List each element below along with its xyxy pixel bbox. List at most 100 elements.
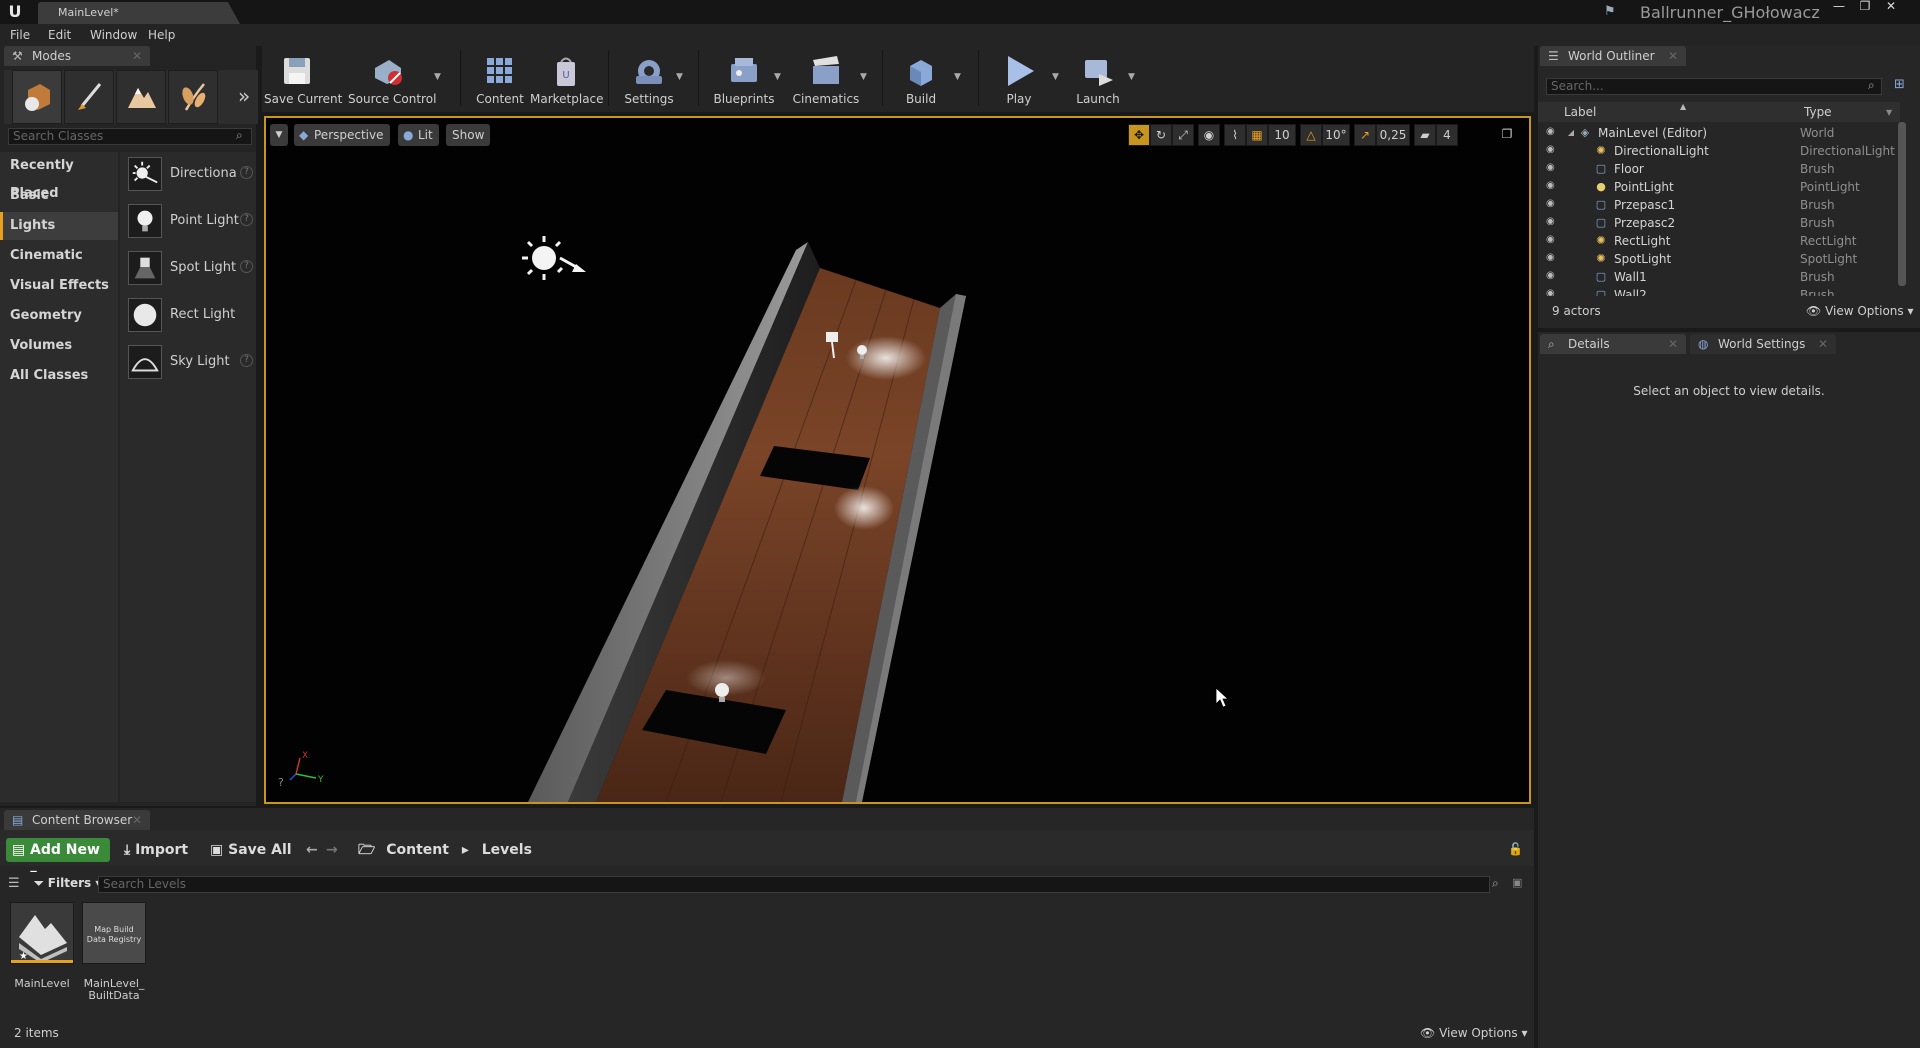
launch-dropdown-icon[interactable]: ▼ <box>1128 72 1135 82</box>
landscape-mode-button[interactable] <box>116 70 166 124</box>
menu-edit[interactable]: Edit <box>48 28 71 42</box>
maximize-button[interactable]: ❐ <box>1854 0 1876 14</box>
place-mode-button[interactable] <box>12 70 62 124</box>
breadcrumb-content[interactable]: Content <box>386 842 449 858</box>
tab-modes[interactable]: ⚒ Modes ✕ <box>4 46 150 66</box>
content-button[interactable]: Content <box>472 50 528 108</box>
category-recently-placed[interactable]: Recently Placed <box>0 152 118 201</box>
menu-window[interactable]: Window <box>90 28 137 42</box>
save-search-icon[interactable]: ▣ <box>1512 876 1522 889</box>
class-item-directional-light[interactable]: Directiona ? <box>124 152 253 196</box>
column-type[interactable]: Type <box>1804 105 1832 119</box>
outliner-row[interactable]: ◉ ✺ SpotLight SpotLight <box>1538 250 1900 268</box>
translate-tool-icon[interactable]: ✥ <box>1128 124 1150 146</box>
level-tab[interactable]: MainLevel* <box>38 2 240 24</box>
cb-view-options-button[interactable]: 👁 View Options ▾ <box>1420 1026 1528 1040</box>
filters-button[interactable]: ⏷ Filters ▾ <box>34 876 101 891</box>
rotation-snap-icon[interactable]: △ <box>1300 124 1322 146</box>
outliner-search-input[interactable]: Search... <box>1546 78 1882 95</box>
source-control-dropdown-icon[interactable]: ▼ <box>434 72 441 82</box>
launch-button[interactable]: Launch <box>1066 50 1130 108</box>
lit-button[interactable]: ● Lit <box>398 124 439 146</box>
category-lights[interactable]: Lights <box>0 212 118 240</box>
visibility-eye-icon[interactable]: ◉ <box>1546 216 1560 230</box>
outliner-row[interactable]: ◉ ◢ ◈ MainLevel (Editor) World <box>1538 124 1900 142</box>
world-space-icon[interactable]: ◉ <box>1198 124 1220 146</box>
import-button[interactable]: ⤓ Import <box>124 839 188 861</box>
category-volumes[interactable]: Volumes <box>0 332 118 360</box>
cinematics-button[interactable]: Cinematics <box>790 50 862 108</box>
asset-tile-builtdata[interactable]: Map Build Data Registry <box>82 902 146 964</box>
save-all-button[interactable]: ▣ Save All <box>210 839 292 861</box>
directional-light-sun-icon[interactable] <box>522 236 586 280</box>
visibility-eye-icon[interactable]: ◉ <box>1546 234 1560 248</box>
forward-arrow-icon[interactable]: → <box>326 839 338 861</box>
scale-tool-icon[interactable]: ⤢ <box>1172 124 1194 146</box>
surface-snap-icon[interactable]: ⌇ <box>1224 124 1246 146</box>
foliage-mode-button[interactable] <box>168 70 218 124</box>
outliner-row[interactable]: ◉ ● PointLight PointLight <box>1538 178 1900 196</box>
build-button[interactable]: Build <box>892 50 950 108</box>
source-control-button[interactable]: Source Control <box>348 50 436 108</box>
outliner-row[interactable]: ◉ ▢ Wall1 Brush <box>1538 268 1900 286</box>
minimize-button[interactable]: — <box>1828 0 1850 14</box>
grid-snap-value[interactable]: 10 <box>1268 124 1296 146</box>
category-all-classes[interactable]: All Classes <box>0 362 118 390</box>
class-item-spot-light[interactable]: Spot Light ? <box>124 246 253 290</box>
breadcrumb-levels[interactable]: Levels <box>482 842 532 858</box>
play-dropdown-icon[interactable]: ▼ <box>1052 72 1059 82</box>
outliner-scrollbar[interactable] <box>1898 122 1906 286</box>
tab-details[interactable]: ⌕ Details ✕ <box>1540 334 1686 354</box>
viewport-help-icon[interactable]: ? <box>278 776 284 789</box>
viewport-options-dropdown-icon[interactable]: ▼ <box>270 124 288 146</box>
scale-snap-icon[interactable]: ↗ <box>1354 124 1376 146</box>
paint-mode-button[interactable] <box>64 70 114 124</box>
help-icon[interactable]: ? <box>240 166 253 179</box>
close-tab-icon[interactable]: ✕ <box>132 46 142 66</box>
column-dropdown-icon[interactable]: ▼ <box>1886 108 1892 117</box>
visibility-eye-icon[interactable]: ◉ <box>1546 162 1560 176</box>
visibility-eye-icon[interactable]: ◉ <box>1546 126 1560 140</box>
visibility-eye-icon[interactable]: ◉ <box>1546 144 1560 158</box>
search-levels-input[interactable]: Search Levels <box>98 876 1490 893</box>
blueprints-dropdown-icon[interactable]: ▼ <box>774 72 781 82</box>
visibility-eye-icon[interactable]: ◉ <box>1546 270 1560 284</box>
show-button[interactable]: Show <box>446 124 491 146</box>
more-modes-icon[interactable]: » <box>238 84 250 108</box>
help-icon[interactable]: ? <box>240 260 253 273</box>
blueprints-button[interactable]: Blueprints <box>708 50 780 108</box>
outliner-row[interactable]: ◉ ▢ Floor Brush <box>1538 160 1900 178</box>
help-icon[interactable]: ? <box>240 213 253 226</box>
visibility-eye-icon[interactable]: ◉ <box>1546 180 1560 194</box>
scale-snap-value[interactable]: 0,25 <box>1376 124 1410 146</box>
outliner-row[interactable]: ◉ ▢ Wall2 Brush <box>1538 286 1900 296</box>
play-button[interactable]: Play <box>988 50 1050 108</box>
outliner-row[interactable]: ◉ ▢ Przepasc1 Brush <box>1538 196 1900 214</box>
class-item-sky-light[interactable]: Sky Light ? <box>124 340 253 384</box>
asset-tile-mainlevel[interactable]: ★ <box>10 902 74 964</box>
add-new-button[interactable]: ▤ Add New ▾ <box>6 838 110 882</box>
settings-button[interactable]: Settings <box>618 50 680 108</box>
lock-icon[interactable]: 🔓 <box>1508 842 1523 856</box>
camera-speed-value[interactable]: 4 <box>1436 124 1458 146</box>
help-icon[interactable]: ? <box>240 354 253 367</box>
outliner-row[interactable]: ◉ ▢ Przepasc2 Brush <box>1538 214 1900 232</box>
menu-file[interactable]: File <box>10 28 30 42</box>
column-label[interactable]: Label <box>1564 105 1596 119</box>
tab-content-browser[interactable]: ▤ Content Browser ✕ <box>4 810 150 830</box>
camera-speed-icon[interactable]: ▰ <box>1414 124 1436 146</box>
close-tab-icon[interactable]: ✕ <box>1668 334 1678 354</box>
add-folder-icon[interactable]: ⊞ <box>1894 77 1905 92</box>
menu-help[interactable]: Help <box>148 28 175 42</box>
tab-world-outliner[interactable]: ☰ World Outliner ✕ <box>1540 46 1686 66</box>
sources-panel-toggle-icon[interactable]: ☰ <box>8 876 20 891</box>
category-visual-effects[interactable]: Visual Effects <box>0 272 118 300</box>
outliner-view-options-button[interactable]: 👁 View Options ▾ <box>1806 304 1914 318</box>
marketplace-button[interactable]: U Marketplace <box>530 50 604 108</box>
level-viewport[interactable]: X Y ▼ ◆ Perspective ● Lit Show ✥ ↻ ⤢ ◉ ⌇… <box>264 116 1531 804</box>
close-tab-icon[interactable]: ✕ <box>132 810 142 830</box>
search-classes-input[interactable]: Search Classes <box>8 128 252 145</box>
outliner-row[interactable]: ◉ ✺ RectLight RectLight <box>1538 232 1900 250</box>
rotate-tool-icon[interactable]: ↻ <box>1150 124 1172 146</box>
expand-arrow-icon[interactable]: ◢ <box>1564 126 1578 140</box>
